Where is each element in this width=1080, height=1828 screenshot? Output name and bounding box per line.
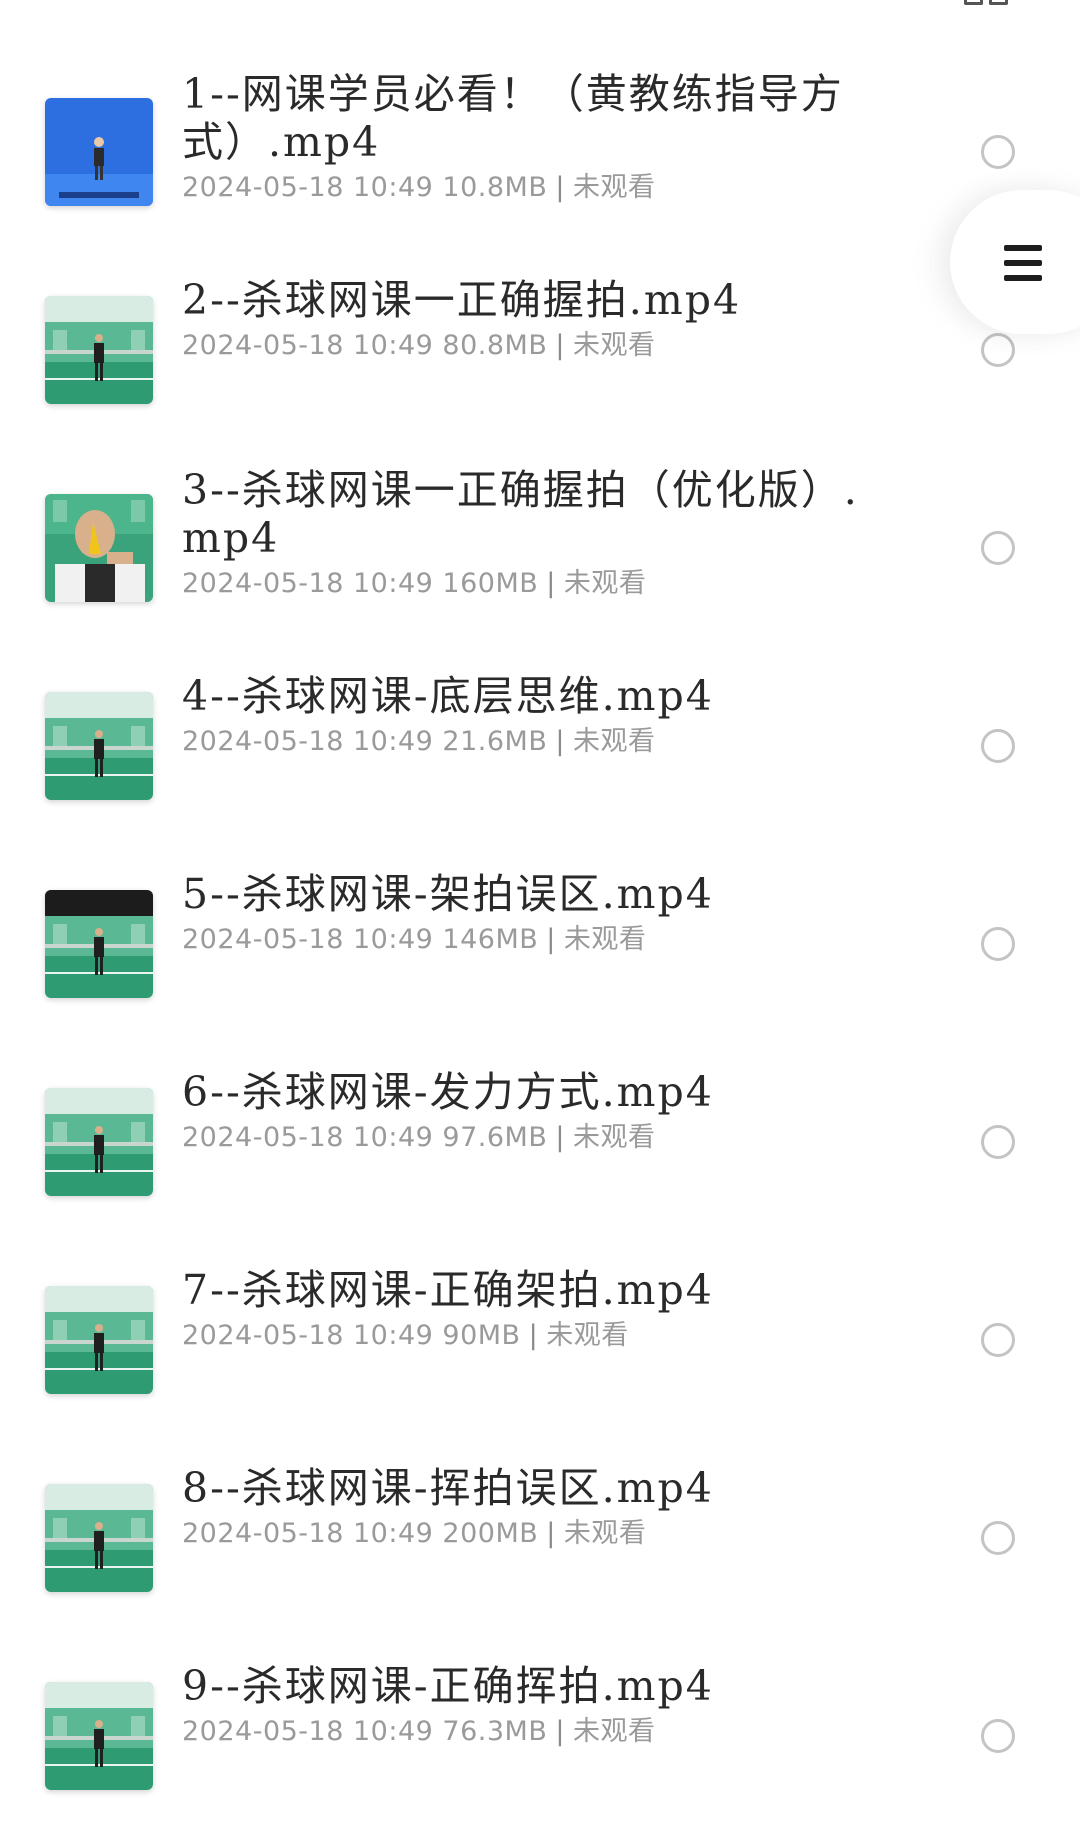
list-item[interactable]: 4--杀球网课-底层思维.mp4 2024-05-18 10:49 21.6MB |… bbox=[0, 646, 1080, 844]
file-info: 9--杀球网课-正确挥拍.mp4 2024-05-18 10:49 76.3MB |… bbox=[182, 1662, 872, 1750]
select-radio-icon[interactable] bbox=[981, 135, 1015, 169]
file-meta: 2024-05-18 10:49 160MB | 未观看 bbox=[182, 566, 872, 602]
select-radio-icon[interactable] bbox=[981, 729, 1015, 763]
grid-icon[interactable] bbox=[964, 0, 1008, 5]
watch-status: 未观看 bbox=[572, 1122, 656, 1153]
file-info: 1--网课学员必看！（黄教练指导方式）.mp4 2024-05-18 10:49 … bbox=[182, 70, 872, 206]
file-name[interactable]: 3--杀球网课一正确握拍（优化版）.mp4 bbox=[182, 466, 872, 562]
meta-separator: | bbox=[546, 568, 556, 599]
list-item[interactable]: 8--杀球网课-挥拍误区.mp4 2024-05-18 10:49 200MB | 未… bbox=[0, 1438, 1080, 1636]
hamburger-icon bbox=[1004, 245, 1042, 281]
file-date: 2024-05-18 10:49 bbox=[182, 330, 434, 361]
watch-status: 未观看 bbox=[563, 1518, 647, 1549]
file-meta: 2024-05-18 10:49 146MB | 未观看 bbox=[182, 922, 872, 958]
select-radio-icon[interactable] bbox=[981, 1521, 1015, 1555]
select-radio-icon[interactable] bbox=[981, 333, 1015, 367]
file-meta: 2024-05-18 10:49 10.8MB | 未观看 bbox=[182, 170, 872, 206]
file-list: 1--网课学员必看！（黄教练指导方式）.mp4 2024-05-18 10:49 … bbox=[0, 52, 1080, 1828]
file-name[interactable]: 8--杀球网课-挥拍误区.mp4 bbox=[182, 1464, 872, 1512]
file-size: 76.3MB bbox=[442, 1716, 548, 1747]
file-date: 2024-05-18 10:49 bbox=[182, 568, 434, 599]
watch-status: 未观看 bbox=[546, 1320, 629, 1351]
video-thumbnail[interactable] bbox=[45, 98, 153, 206]
file-info: 6--杀球网课-发力方式.mp4 2024-05-18 10:49 97.6MB |… bbox=[182, 1068, 872, 1156]
file-size: 97.6MB bbox=[442, 1122, 548, 1153]
meta-separator: | bbox=[555, 1122, 565, 1153]
file-info: 5--杀球网课-架拍误区.mp4 2024-05-18 10:49 146MB | 未… bbox=[182, 870, 872, 958]
file-name[interactable]: 6--杀球网课-发力方式.mp4 bbox=[182, 1068, 872, 1116]
list-item[interactable]: 7--杀球网课-正确架拍.mp4 2024-05-18 10:49 90MB | 未观… bbox=[0, 1240, 1080, 1438]
file-date: 2024-05-18 10:49 bbox=[182, 924, 434, 955]
meta-separator: | bbox=[555, 1716, 565, 1747]
file-info: 3--杀球网课一正确握拍（优化版）.mp4 2024-05-18 10:49 16… bbox=[182, 466, 872, 602]
file-date: 2024-05-18 10:49 bbox=[182, 1716, 434, 1747]
file-meta: 2024-05-18 10:49 76.3MB | 未观看 bbox=[182, 1714, 872, 1750]
file-name[interactable]: 2--杀球网课一正确握拍.mp4 bbox=[182, 276, 872, 324]
meta-separator: | bbox=[528, 1320, 539, 1351]
file-info: 7--杀球网课-正确架拍.mp4 2024-05-18 10:49 90MB | 未观… bbox=[182, 1266, 872, 1354]
select-radio-icon[interactable] bbox=[981, 1323, 1015, 1357]
watch-status: 未观看 bbox=[572, 330, 656, 361]
file-meta: 2024-05-18 10:49 80.8MB | 未观看 bbox=[182, 328, 872, 364]
video-thumbnail[interactable] bbox=[45, 1682, 153, 1790]
list-item[interactable]: 6--杀球网课-发力方式.mp4 2024-05-18 10:49 97.6MB |… bbox=[0, 1042, 1080, 1240]
file-size: 10.8MB bbox=[442, 172, 548, 203]
file-date: 2024-05-18 10:49 bbox=[182, 726, 434, 757]
video-thumbnail[interactable] bbox=[45, 296, 153, 404]
file-meta: 2024-05-18 10:49 21.6MB | 未观看 bbox=[182, 724, 872, 760]
video-thumbnail[interactable] bbox=[45, 1286, 153, 1394]
file-date: 2024-05-18 10:49 bbox=[182, 1122, 434, 1153]
watch-status: 未观看 bbox=[563, 568, 647, 599]
file-size: 160MB bbox=[442, 568, 539, 599]
file-meta: 2024-05-18 10:49 200MB | 未观看 bbox=[182, 1516, 872, 1552]
watch-status: 未观看 bbox=[572, 172, 656, 203]
file-size: 80.8MB bbox=[442, 330, 548, 361]
file-size: 146MB bbox=[442, 924, 539, 955]
list-item[interactable]: 5--杀球网课-架拍误区.mp4 2024-05-18 10:49 146MB | 未… bbox=[0, 844, 1080, 1042]
file-date: 2024-05-18 10:49 bbox=[182, 172, 434, 203]
watch-status: 未观看 bbox=[572, 726, 656, 757]
video-thumbnail[interactable] bbox=[45, 494, 153, 602]
file-info: 2--杀球网课一正确握拍.mp4 2024-05-18 10:49 80.8MB |… bbox=[182, 276, 872, 364]
video-thumbnail[interactable] bbox=[45, 1484, 153, 1592]
video-thumbnail[interactable] bbox=[45, 890, 153, 998]
list-item[interactable]: 1--网课学员必看！（黄教练指导方式）.mp4 2024-05-18 10:49 … bbox=[0, 52, 1080, 250]
file-meta: 2024-05-18 10:49 90MB | 未观看 bbox=[182, 1318, 872, 1354]
file-info: 8--杀球网课-挥拍误区.mp4 2024-05-18 10:49 200MB | 未… bbox=[182, 1464, 872, 1552]
file-name[interactable]: 7--杀球网课-正确架拍.mp4 bbox=[182, 1266, 872, 1314]
file-size: 21.6MB bbox=[442, 726, 548, 757]
file-name[interactable]: 1--网课学员必看！（黄教练指导方式）.mp4 bbox=[182, 70, 872, 166]
file-info: 4--杀球网课-底层思维.mp4 2024-05-18 10:49 21.6MB |… bbox=[182, 672, 872, 760]
file-size: 90MB bbox=[442, 1320, 521, 1351]
select-radio-icon[interactable] bbox=[981, 1719, 1015, 1753]
meta-separator: | bbox=[546, 1518, 556, 1549]
select-radio-icon[interactable] bbox=[981, 531, 1015, 565]
file-list-screen: 1--网课学员必看！（黄教练指导方式）.mp4 2024-05-18 10:49 … bbox=[0, 0, 1080, 1828]
list-item[interactable]: 2--杀球网课一正确握拍.mp4 2024-05-18 10:49 80.8MB |… bbox=[0, 250, 1080, 448]
watch-status: 未观看 bbox=[572, 1716, 656, 1747]
file-name[interactable]: 4--杀球网课-底层思维.mp4 bbox=[182, 672, 872, 720]
meta-separator: | bbox=[546, 924, 556, 955]
list-item[interactable]: 9--杀球网课-正确挥拍.mp4 2024-05-18 10:49 76.3MB |… bbox=[0, 1636, 1080, 1828]
file-name[interactable]: 5--杀球网课-架拍误区.mp4 bbox=[182, 870, 872, 918]
video-thumbnail[interactable] bbox=[45, 692, 153, 800]
file-size: 200MB bbox=[442, 1518, 539, 1549]
video-thumbnail[interactable] bbox=[45, 1088, 153, 1196]
meta-separator: | bbox=[555, 330, 565, 361]
file-date: 2024-05-18 10:49 bbox=[182, 1320, 434, 1351]
select-radio-icon[interactable] bbox=[981, 927, 1015, 961]
select-radio-icon[interactable] bbox=[981, 1125, 1015, 1159]
meta-separator: | bbox=[555, 172, 565, 203]
watch-status: 未观看 bbox=[563, 924, 647, 955]
file-date: 2024-05-18 10:49 bbox=[182, 1518, 434, 1549]
file-name[interactable]: 9--杀球网课-正确挥拍.mp4 bbox=[182, 1662, 872, 1710]
file-meta: 2024-05-18 10:49 97.6MB | 未观看 bbox=[182, 1120, 872, 1156]
list-item[interactable]: 3--杀球网课一正确握拍（优化版）.mp4 2024-05-18 10:49 16… bbox=[0, 448, 1080, 646]
meta-separator: | bbox=[555, 726, 565, 757]
